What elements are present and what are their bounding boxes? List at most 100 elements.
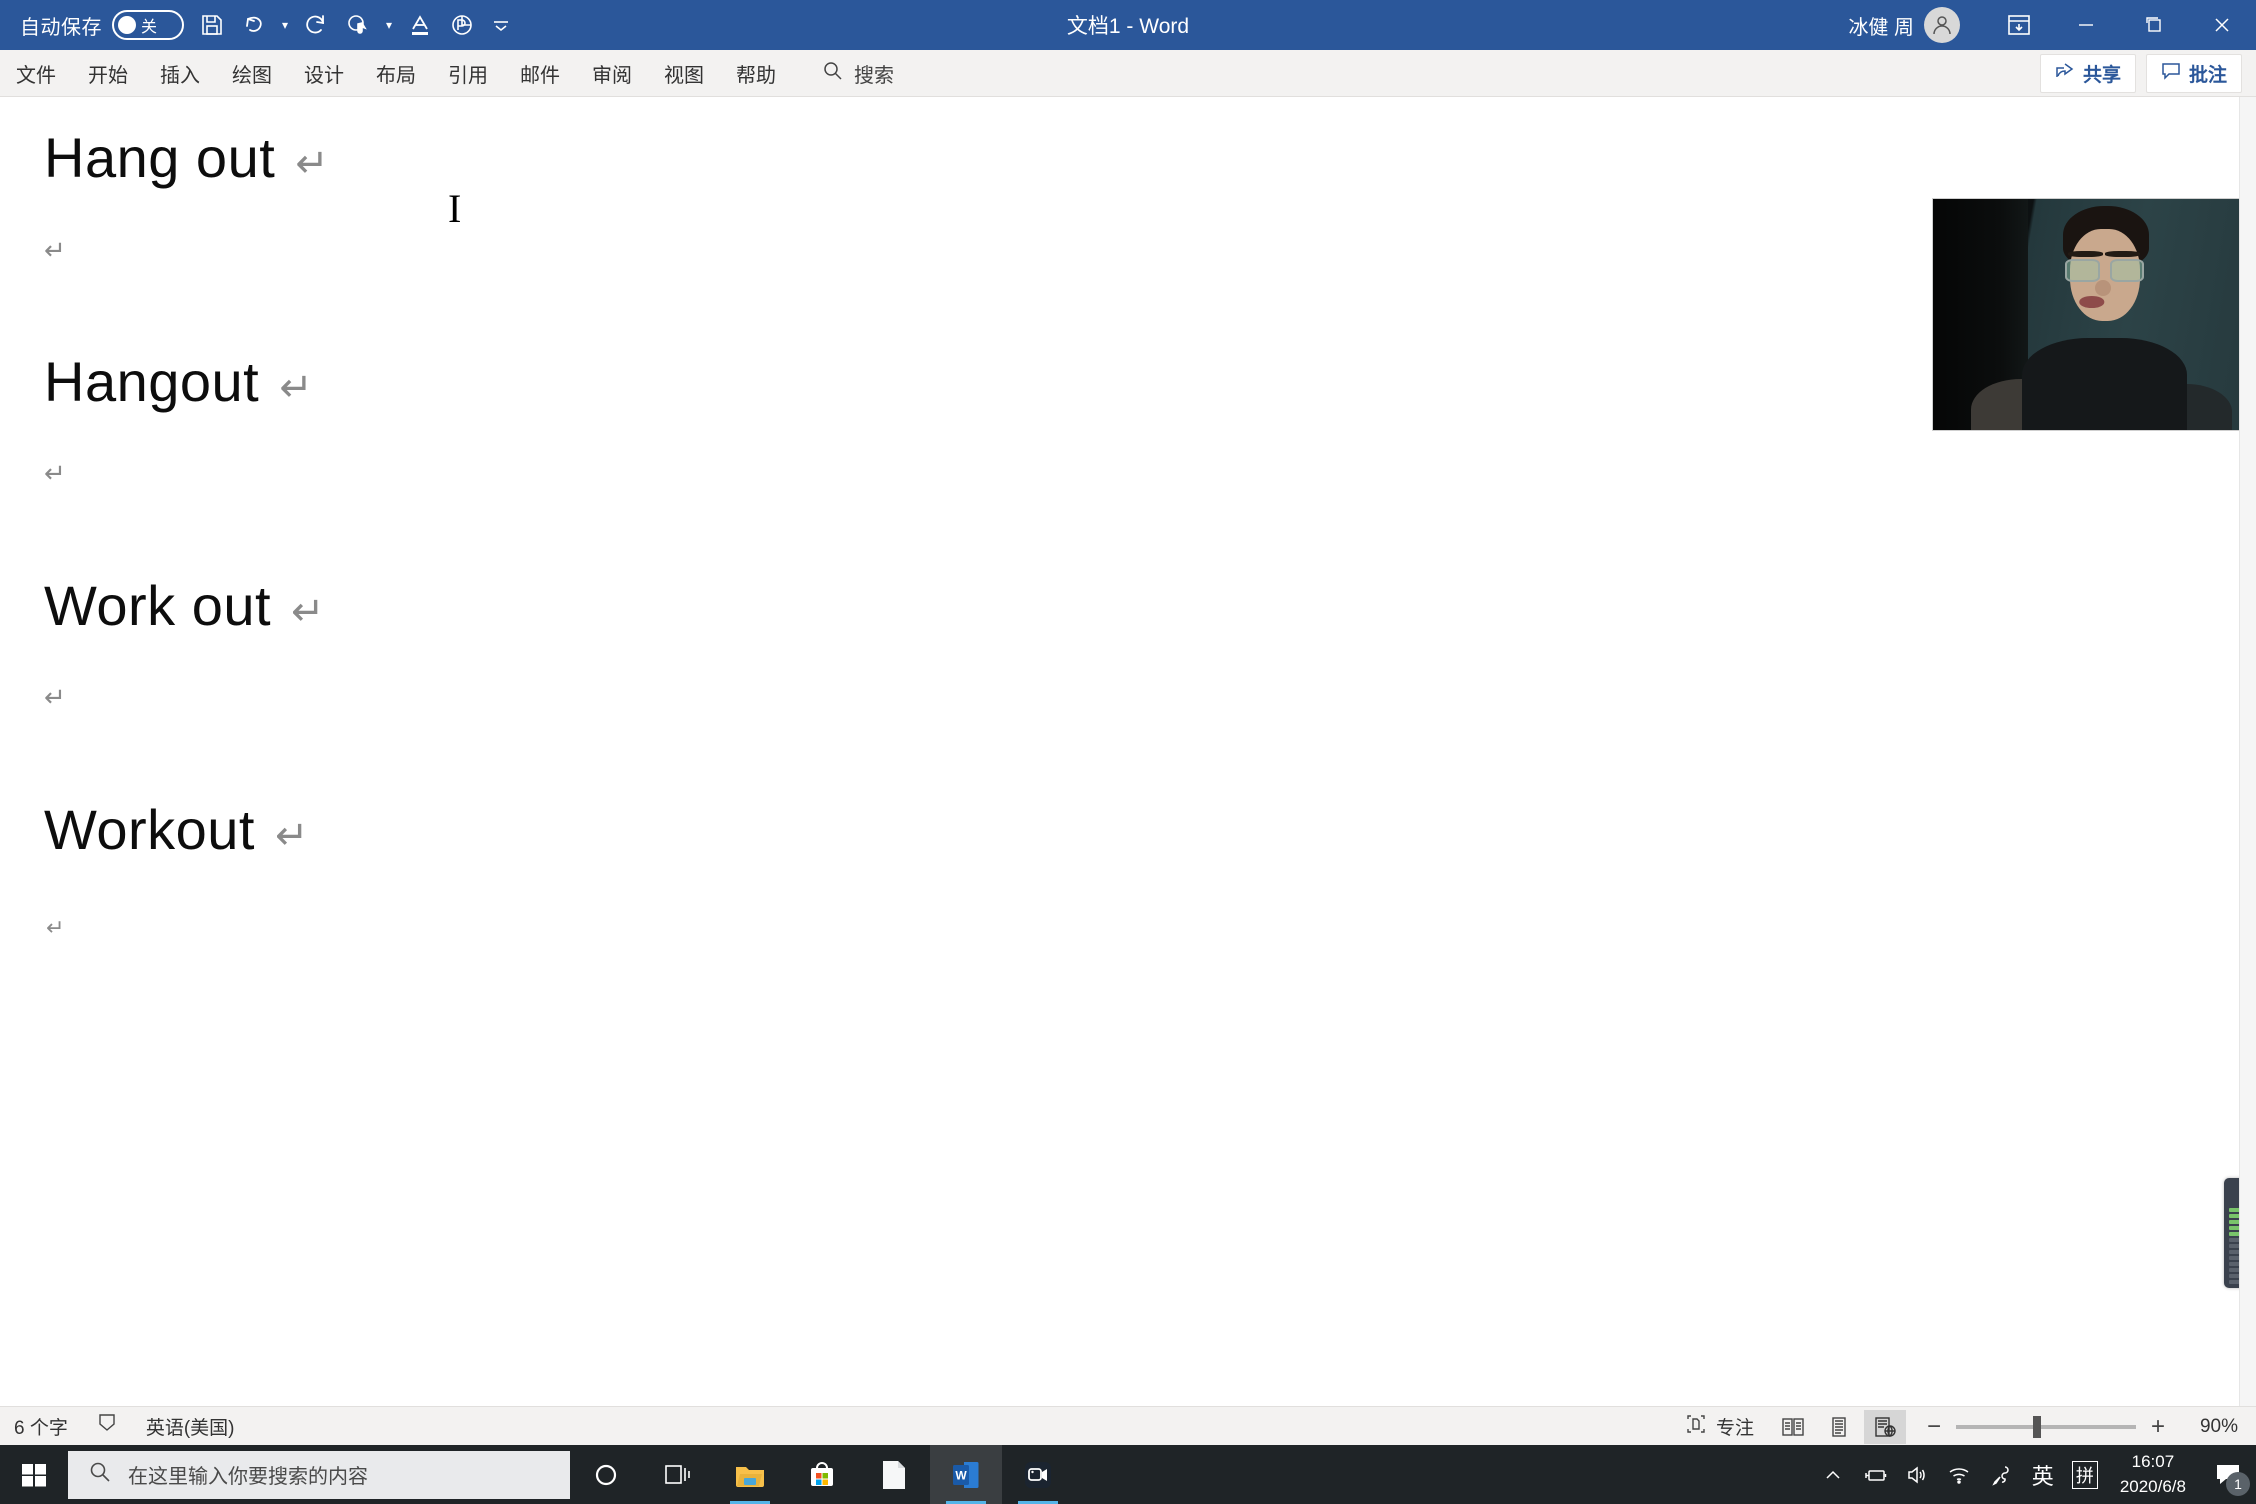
touch-mode-icon[interactable] bbox=[338, 4, 378, 46]
paragraph-mark-icon: ↵ bbox=[295, 142, 329, 186]
show-hidden-icons-chevron-icon[interactable] bbox=[1812, 1445, 1854, 1504]
tab-view[interactable]: 视图 bbox=[648, 51, 720, 96]
taskbar-search-placeholder: 在这里输入你要搜索的内容 bbox=[128, 1466, 368, 1488]
print-layout-button[interactable] bbox=[1818, 1410, 1860, 1444]
status-bar-right: 专注 − + 90% bbox=[1671, 1407, 2246, 1446]
text-cursor-ibeam: I bbox=[448, 186, 462, 231]
undo-icon[interactable] bbox=[234, 4, 274, 46]
tab-draw[interactable]: 绘图 bbox=[216, 51, 288, 96]
start-button[interactable] bbox=[0, 1445, 68, 1504]
autosave-state: 关 bbox=[141, 19, 158, 36]
volume-icon[interactable] bbox=[1896, 1445, 1938, 1504]
word-title-bar: 自动保存 关 ▾ ▾ 文档1 - Word 冰健 周 bbox=[0, 0, 2256, 50]
tab-layout[interactable]: 布局 bbox=[360, 51, 432, 96]
language-status[interactable]: 英语(美国) bbox=[132, 1407, 249, 1446]
document-line-5[interactable]: Work out ↵ bbox=[44, 573, 325, 638]
comments-button[interactable]: 批注 bbox=[2145, 54, 2242, 93]
tab-mailings[interactable]: 邮件 bbox=[504, 51, 576, 96]
notification-center-button[interactable]: 1 bbox=[2200, 1445, 2256, 1504]
clock-date: 2020/6/8 bbox=[2119, 1476, 2186, 1496]
microsoft-store-icon[interactable] bbox=[786, 1445, 858, 1504]
search-icon bbox=[88, 1460, 112, 1489]
word-count[interactable]: 6 个字 bbox=[0, 1407, 82, 1446]
battery-icon[interactable] bbox=[1854, 1445, 1896, 1504]
webcam-eyebrow-right bbox=[2104, 250, 2140, 257]
zoom-in-button[interactable]: + bbox=[2148, 1413, 2168, 1441]
document-line-7[interactable]: Workout ↵ bbox=[44, 797, 309, 862]
file-explorer-icon[interactable] bbox=[714, 1445, 786, 1504]
autosave-switch[interactable]: 关 bbox=[112, 10, 184, 40]
tab-help[interactable]: 帮助 bbox=[720, 51, 792, 96]
redo-icon[interactable] bbox=[296, 4, 336, 46]
proofing-status[interactable] bbox=[82, 1407, 132, 1446]
word-icon[interactable]: W bbox=[930, 1445, 1002, 1504]
document-line-6[interactable]: ↵ bbox=[44, 684, 66, 710]
save-icon[interactable] bbox=[192, 4, 232, 46]
zoom-control: − + 90% bbox=[1924, 1413, 2246, 1441]
avatar[interactable] bbox=[1924, 7, 1960, 43]
zoom-out-button[interactable]: − bbox=[1924, 1413, 1944, 1441]
document-title-text: 文档1 - Word bbox=[1066, 15, 1190, 38]
clock-time: 16:07 bbox=[2131, 1451, 2175, 1471]
focus-mode-button[interactable]: 专注 bbox=[1671, 1407, 1768, 1446]
search-icon bbox=[822, 60, 844, 87]
paragraph-mark-icon: ↵ bbox=[46, 915, 65, 940]
vertical-scrollbar[interactable] bbox=[2239, 97, 2256, 1406]
paragraph-mark-icon: ↵ bbox=[44, 235, 66, 265]
web-layout-button[interactable] bbox=[1864, 1409, 1906, 1444]
document-line-8[interactable]: ↵ bbox=[46, 917, 64, 939]
autosave-label: 自动保存 bbox=[20, 16, 102, 39]
document-line-1[interactable]: Hang out ↵ bbox=[44, 125, 329, 190]
zoom-level-label[interactable]: 90% bbox=[2180, 1416, 2238, 1438]
maximize-button[interactable] bbox=[2120, 0, 2188, 50]
ribbon-tab-bar: 文件 开始 插入 绘图 设计 布局 引用 邮件 审阅 视图 帮助 搜索 共享 批… bbox=[0, 50, 2256, 97]
tab-file[interactable]: 文件 bbox=[0, 51, 72, 96]
share-button[interactable]: 共享 bbox=[2039, 54, 2136, 93]
undo-dropdown-icon[interactable]: ▾ bbox=[276, 4, 294, 46]
comments-label: 批注 bbox=[2188, 65, 2227, 86]
cortana-icon[interactable] bbox=[570, 1445, 642, 1504]
webcam-torso bbox=[2022, 337, 2188, 430]
close-button[interactable] bbox=[2188, 0, 2256, 50]
autosave-toggle[interactable]: 自动保存 关 bbox=[14, 6, 190, 44]
font-color-icon[interactable] bbox=[400, 4, 440, 46]
read-mode-button[interactable] bbox=[1772, 1410, 1814, 1444]
ime-mode-indicator[interactable]: 拼 bbox=[2071, 1460, 2098, 1489]
ribbon-display-options-icon[interactable] bbox=[1986, 0, 2052, 50]
system-tray: 英 拼 16:07 2020/6/8 1 bbox=[1812, 1445, 2256, 1504]
document-line-5-text: Work out bbox=[44, 574, 272, 637]
tab-references[interactable]: 引用 bbox=[432, 51, 504, 96]
ribbon-search-box[interactable]: 搜索 bbox=[812, 51, 904, 96]
zoom-slider-thumb[interactable] bbox=[2033, 1415, 2041, 1438]
pen-icon[interactable] bbox=[1980, 1445, 2022, 1504]
webcam-overlay[interactable] bbox=[1932, 198, 2252, 431]
ribbon-right-actions: 共享 批注 bbox=[2039, 50, 2242, 97]
ime-language-indicator[interactable]: 英 bbox=[2022, 1459, 2064, 1491]
touch-mode-dropdown-icon[interactable]: ▾ bbox=[380, 4, 398, 46]
autosave-knob bbox=[118, 16, 136, 34]
powerpoint-icon[interactable] bbox=[442, 4, 482, 46]
title-bar-right: 冰健 周 bbox=[1848, 0, 2256, 50]
task-view-icon[interactable] bbox=[642, 1445, 714, 1504]
wifi-icon[interactable] bbox=[1938, 1445, 1980, 1504]
tab-review[interactable]: 审阅 bbox=[576, 51, 648, 96]
tab-insert[interactable]: 插入 bbox=[144, 51, 216, 96]
document-line-1-text: Hang out bbox=[44, 126, 276, 189]
tab-home[interactable]: 开始 bbox=[72, 51, 144, 96]
taskbar-search-input[interactable]: 在这里输入你要搜索的内容 bbox=[68, 1450, 570, 1499]
minimize-button[interactable] bbox=[2052, 0, 2120, 50]
proofing-icon bbox=[96, 1412, 118, 1440]
document-line-3[interactable]: Hangout ↵ bbox=[44, 349, 313, 414]
notepad-icon[interactable] bbox=[858, 1445, 930, 1504]
tab-design[interactable]: 设计 bbox=[288, 51, 360, 96]
document-line-2[interactable]: ↵ bbox=[44, 237, 66, 263]
customize-qat-icon[interactable] bbox=[484, 4, 518, 46]
paragraph-mark-icon: ↵ bbox=[279, 366, 313, 410]
clock[interactable]: 16:07 2020/6/8 bbox=[2106, 1450, 2200, 1499]
zoom-slider[interactable] bbox=[1956, 1415, 2136, 1438]
document-line-4[interactable]: ↵ bbox=[44, 460, 66, 486]
camera-recorder-icon[interactable] bbox=[1002, 1445, 1074, 1504]
paragraph-mark-icon: ↵ bbox=[44, 458, 66, 488]
document-canvas[interactable]: Hang out ↵ ↵ Hangout ↵ ↵ Work out ↵ ↵ Wo… bbox=[0, 97, 2256, 1406]
desktop-root: 自动保存 关 ▾ ▾ 文档1 - Word 冰健 周 文件 开始 插入 绘图 设… bbox=[0, 0, 2256, 1504]
